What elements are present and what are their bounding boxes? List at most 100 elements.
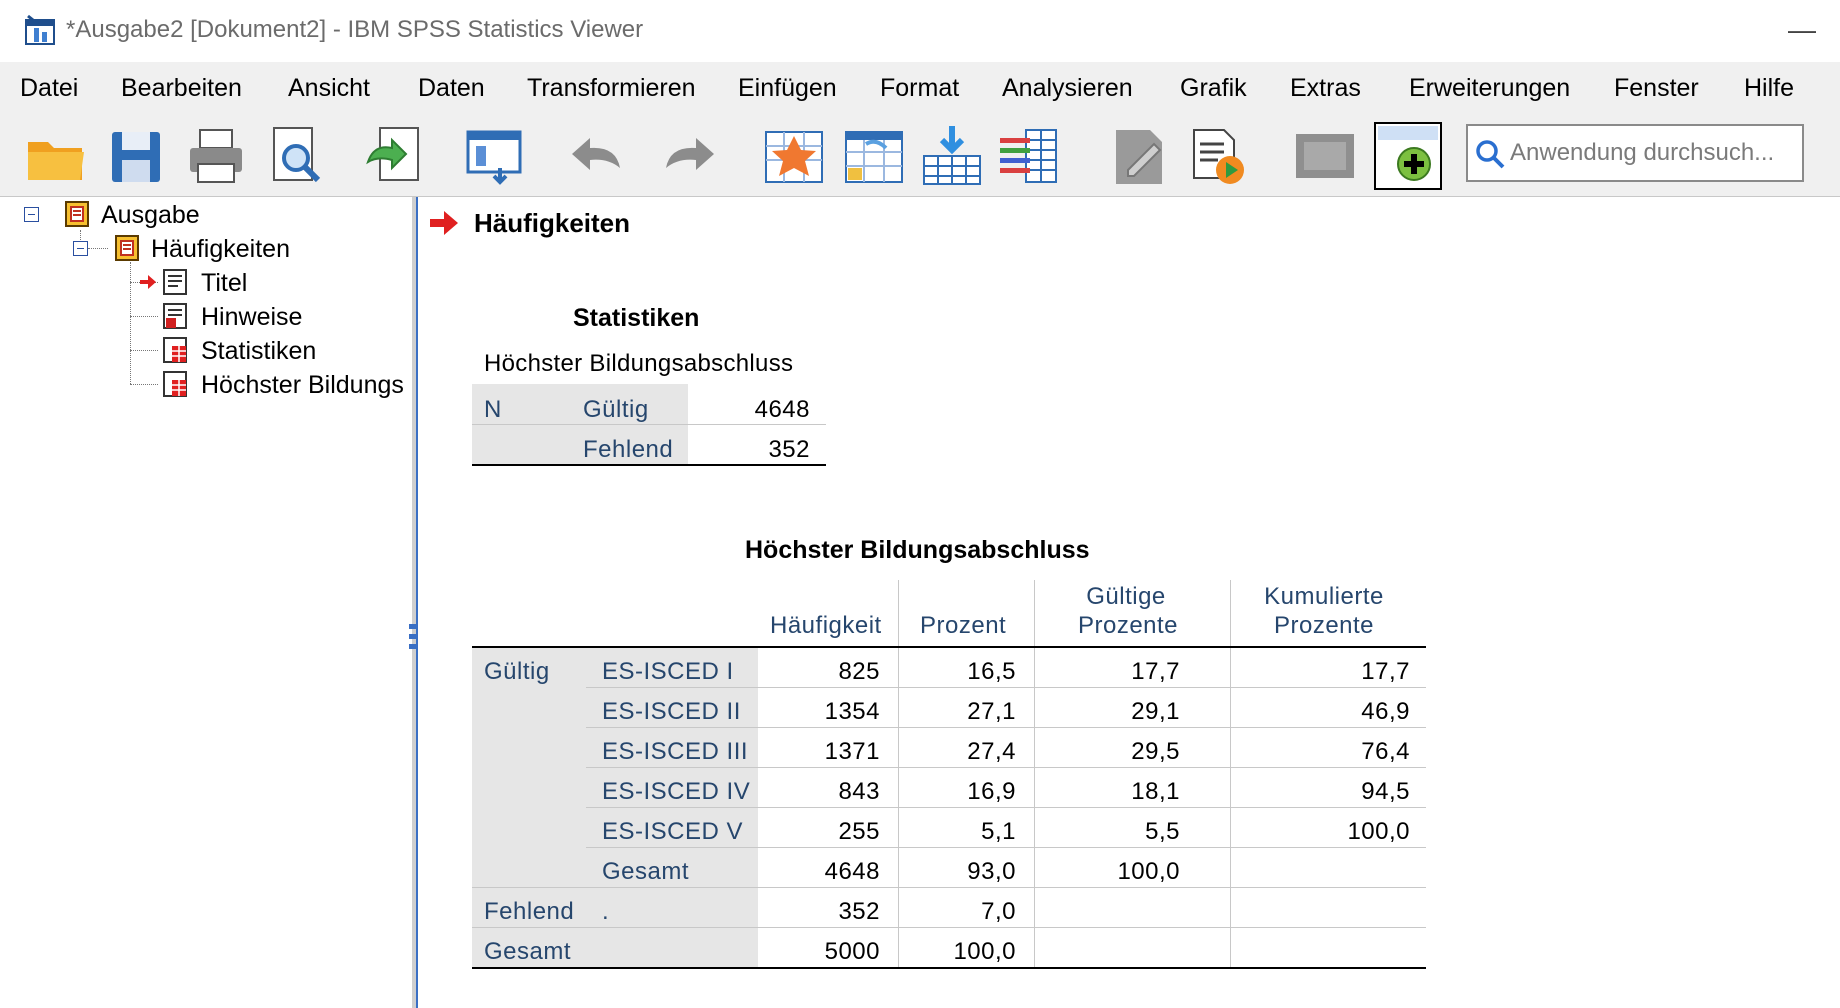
tree-item-hinweise[interactable]: Hinweise bbox=[201, 303, 302, 332]
save-icon[interactable] bbox=[102, 122, 170, 190]
search-icon[interactable] bbox=[1474, 138, 1506, 170]
minimize-button[interactable]: — bbox=[1782, 10, 1822, 50]
goto-data-icon[interactable] bbox=[918, 122, 986, 190]
table-doc-icon bbox=[162, 370, 188, 398]
recall-dialog-icon[interactable] bbox=[460, 122, 528, 190]
freq-cell: 255 bbox=[838, 818, 880, 845]
tree-item-hoechster-bildung[interactable]: Höchster Bildungs bbox=[201, 371, 404, 400]
tree-toggle-ausgabe[interactable] bbox=[24, 207, 39, 222]
tree-item-ausgabe[interactable]: Ausgabe bbox=[101, 201, 200, 230]
valid-pct-cell: 17,7 bbox=[1131, 658, 1180, 685]
freq-cell: 4648 bbox=[824, 858, 880, 885]
spss-app-icon[interactable] bbox=[24, 14, 58, 48]
table-gridline bbox=[472, 927, 1426, 928]
freq-cell: 1371 bbox=[824, 738, 880, 765]
column-header-kumulierte-prozente: Kumulierte bbox=[1264, 583, 1384, 610]
cum-pct-cell: 17,7 bbox=[1361, 658, 1410, 685]
undo-icon[interactable] bbox=[564, 122, 632, 190]
statistics-value: 4648 bbox=[754, 396, 810, 423]
pct-cell: 7,0 bbox=[981, 898, 1016, 925]
pct-cell: 27,4 bbox=[967, 738, 1016, 765]
row-group-gueltig: Gültig bbox=[484, 658, 550, 685]
valid-pct-cell: 100,0 bbox=[1117, 858, 1180, 885]
tree-connector bbox=[88, 248, 108, 249]
statistics-table-title: Statistiken bbox=[573, 304, 700, 332]
statistics-value: 352 bbox=[768, 436, 810, 463]
menu-ansicht[interactable]: Ansicht bbox=[288, 74, 370, 103]
insert-new-icon[interactable] bbox=[1374, 122, 1442, 190]
notes-doc-icon bbox=[162, 302, 188, 330]
tree-toggle-haeufigkeiten[interactable] bbox=[73, 241, 88, 256]
freq-cell: 1354 bbox=[824, 698, 880, 725]
table-gridline bbox=[472, 887, 1426, 888]
menu-daten[interactable]: Daten bbox=[418, 74, 485, 103]
current-item-arrow-icon bbox=[140, 275, 156, 289]
table-gridline bbox=[586, 727, 1426, 728]
tree-item-haeufigkeiten[interactable]: Häufigkeiten bbox=[151, 235, 290, 264]
search-input[interactable] bbox=[1510, 128, 1800, 178]
pct-cell: 16,5 bbox=[967, 658, 1016, 685]
print-preview-icon[interactable] bbox=[262, 122, 330, 190]
column-header-prozent: Prozent bbox=[920, 612, 1007, 639]
print-icon[interactable] bbox=[182, 122, 250, 190]
statistics-group-n: N bbox=[484, 396, 502, 423]
valid-pct-cell: 29,1 bbox=[1131, 698, 1180, 725]
column-header-gueltige-prozente: Gültige bbox=[1086, 583, 1166, 610]
menu-extras[interactable]: Extras bbox=[1290, 74, 1361, 103]
column-header-gueltige-prozente: Prozente bbox=[1077, 612, 1179, 639]
freq-cell: 5000 bbox=[824, 938, 880, 965]
tree-item-statistiken[interactable]: Statistiken bbox=[201, 337, 316, 366]
menu-einfuegen[interactable]: Einfügen bbox=[738, 74, 837, 103]
row-label: ES-ISCED I bbox=[602, 658, 734, 685]
menu-hilfe[interactable]: Hilfe bbox=[1744, 74, 1794, 103]
menu-bearbeiten[interactable]: Bearbeiten bbox=[121, 74, 242, 103]
menu-analysieren[interactable]: Analysieren bbox=[1002, 74, 1133, 103]
variables-icon[interactable] bbox=[996, 122, 1064, 190]
output-heading[interactable]: Häufigkeiten bbox=[474, 208, 630, 239]
tree-item-titel[interactable]: Titel bbox=[201, 269, 247, 298]
tree-connector bbox=[130, 316, 158, 317]
tree-connector bbox=[130, 350, 158, 351]
goto-variable-icon[interactable] bbox=[840, 122, 908, 190]
tree-connector bbox=[130, 384, 158, 385]
cum-pct-cell: 46,9 bbox=[1361, 698, 1410, 725]
row-label: ES-ISCED II bbox=[602, 698, 741, 725]
table-gridline bbox=[586, 807, 1426, 808]
table-gridline bbox=[586, 767, 1426, 768]
menu-format[interactable]: Format bbox=[880, 74, 959, 103]
redo-icon[interactable] bbox=[654, 122, 722, 190]
open-folder-icon[interactable] bbox=[22, 122, 90, 190]
output-book-icon bbox=[64, 200, 90, 228]
statistics-table-subtitle: Höchster Bildungsabschluss bbox=[484, 350, 794, 377]
run-script-icon[interactable] bbox=[1186, 122, 1254, 190]
table-border bbox=[472, 464, 826, 466]
cum-pct-cell: 100,0 bbox=[1347, 818, 1410, 845]
menu-transformieren[interactable]: Transformieren bbox=[527, 74, 696, 103]
row-label: ES-ISCED IV bbox=[602, 778, 751, 805]
pct-cell: 100,0 bbox=[953, 938, 1016, 965]
menu-grafik[interactable]: Grafik bbox=[1180, 74, 1247, 103]
tree-connector bbox=[130, 262, 131, 384]
window-title: *Ausgabe2 [Dokument2] - IBM SPSS Statist… bbox=[66, 16, 644, 43]
show-output-icon[interactable] bbox=[1292, 122, 1360, 190]
menu-fenster[interactable]: Fenster bbox=[1614, 74, 1699, 103]
menu-datei[interactable]: Datei bbox=[20, 74, 78, 103]
title-doc-icon bbox=[162, 268, 188, 296]
valid-pct-cell: 5,5 bbox=[1145, 818, 1180, 845]
row-label: ES-ISCED V bbox=[602, 818, 744, 845]
valid-pct-cell: 18,1 bbox=[1131, 778, 1180, 805]
pct-cell: 93,0 bbox=[967, 858, 1016, 885]
column-header-haeufigkeit: Häufigkeit bbox=[770, 612, 882, 639]
column-header-kumulierte-prozente: Prozente bbox=[1273, 612, 1375, 639]
table-border bbox=[472, 646, 1426, 648]
edit-output-icon[interactable] bbox=[1106, 122, 1174, 190]
table-gridline bbox=[586, 847, 1426, 848]
menu-erweiterungen[interactable]: Erweiterungen bbox=[1409, 74, 1570, 103]
export-icon[interactable] bbox=[360, 122, 428, 190]
freq-cell: 352 bbox=[838, 898, 880, 925]
goto-case-icon[interactable] bbox=[760, 122, 828, 190]
cum-pct-cell: 76,4 bbox=[1361, 738, 1410, 765]
row-label: Gesamt bbox=[602, 858, 690, 885]
valid-pct-cell: 29,5 bbox=[1131, 738, 1180, 765]
row-group-gesamt: Gesamt bbox=[484, 938, 572, 965]
